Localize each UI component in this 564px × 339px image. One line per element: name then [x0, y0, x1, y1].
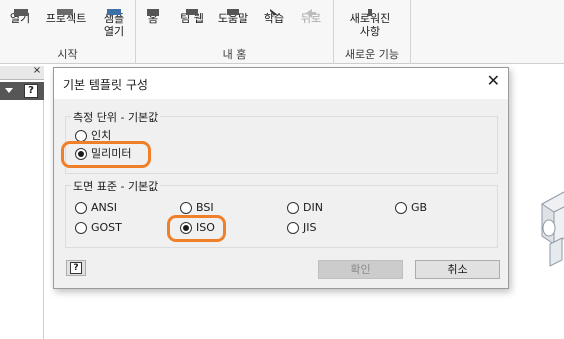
group-label-my-home: 내 홈: [222, 48, 247, 61]
open-samples-button[interactable]: 샘플 열기: [97, 9, 131, 38]
home-icon: [147, 9, 159, 16]
group-label-start: 시작: [57, 48, 78, 61]
dialog-help-button[interactable]: ?: [66, 260, 86, 276]
dialog-title: 기본 템플릿 구성: [63, 78, 148, 92]
cursor-icon: [270, 9, 278, 18]
browser-pane-border: [43, 100, 44, 339]
back-arrow-icon: [306, 9, 316, 18]
millimeter-highlight-outline: [61, 141, 151, 168]
sample-model-graphic: [541, 191, 564, 267]
help-button[interactable]: 도움말: [213, 9, 253, 25]
dialog-close-icon[interactable]: ✕: [487, 73, 500, 89]
units-group-title: 측정 단위 - 기본값: [71, 109, 161, 125]
help-book-icon: [227, 9, 239, 15]
whats-new-button[interactable]: 새로워진 사항: [340, 9, 400, 38]
radio-indicator: [75, 202, 87, 214]
radio-indicator: [287, 202, 299, 214]
back-button[interactable]: 뒤로: [296, 9, 326, 25]
ribbon-separator: [410, 0, 411, 64]
radio-indicator: [75, 222, 87, 234]
ok-button[interactable]: 확인: [318, 260, 403, 279]
default-template-dialog: 기본 템플릿 구성 ✕ 측정 단위 - 기본값 인치 밀리미터 도면 표준 - …: [53, 67, 509, 289]
learn-button[interactable]: 학습: [258, 9, 290, 25]
home-button[interactable]: 홈: [142, 9, 164, 25]
folder-icon: [14, 9, 28, 16]
browser-pane-close-icon[interactable]: ×: [32, 65, 42, 77]
samples-icon: [107, 9, 121, 15]
projects-button[interactable]: 프로젝트: [38, 9, 94, 25]
ribbon: 열기 프로젝트 샘플 열기 시작 홈 팀 웹 도움말 학습 뒤로 내 홈 새로워…: [0, 0, 564, 64]
team-web-button[interactable]: 팀 웹: [174, 9, 210, 25]
light-bulb-icon: [368, 9, 372, 16]
open-button[interactable]: 열기: [5, 9, 35, 25]
cancel-button[interactable]: 취소: [415, 260, 500, 279]
iso-highlight-outline: [167, 215, 226, 242]
group-label-whats-new: 새로운 기능: [344, 48, 400, 61]
radio-indicator: [180, 202, 192, 214]
standard-group-box: [65, 185, 498, 248]
radio-indicator: [287, 222, 299, 234]
help-icon: ?: [70, 262, 82, 274]
team-web-icon: [186, 9, 198, 15]
standard-group-title: 도면 표준 - 기본값: [71, 178, 161, 194]
project-icon: [57, 9, 73, 15]
radio-indicator: [395, 202, 407, 214]
dropdown-arrow-icon[interactable]: [5, 88, 13, 93]
dialog-body: 측정 단위 - 기본값 인치 밀리미터 도면 표준 - 기본값 ANSI BSI…: [54, 99, 508, 288]
browser-help-icon[interactable]: ?: [24, 84, 38, 98]
